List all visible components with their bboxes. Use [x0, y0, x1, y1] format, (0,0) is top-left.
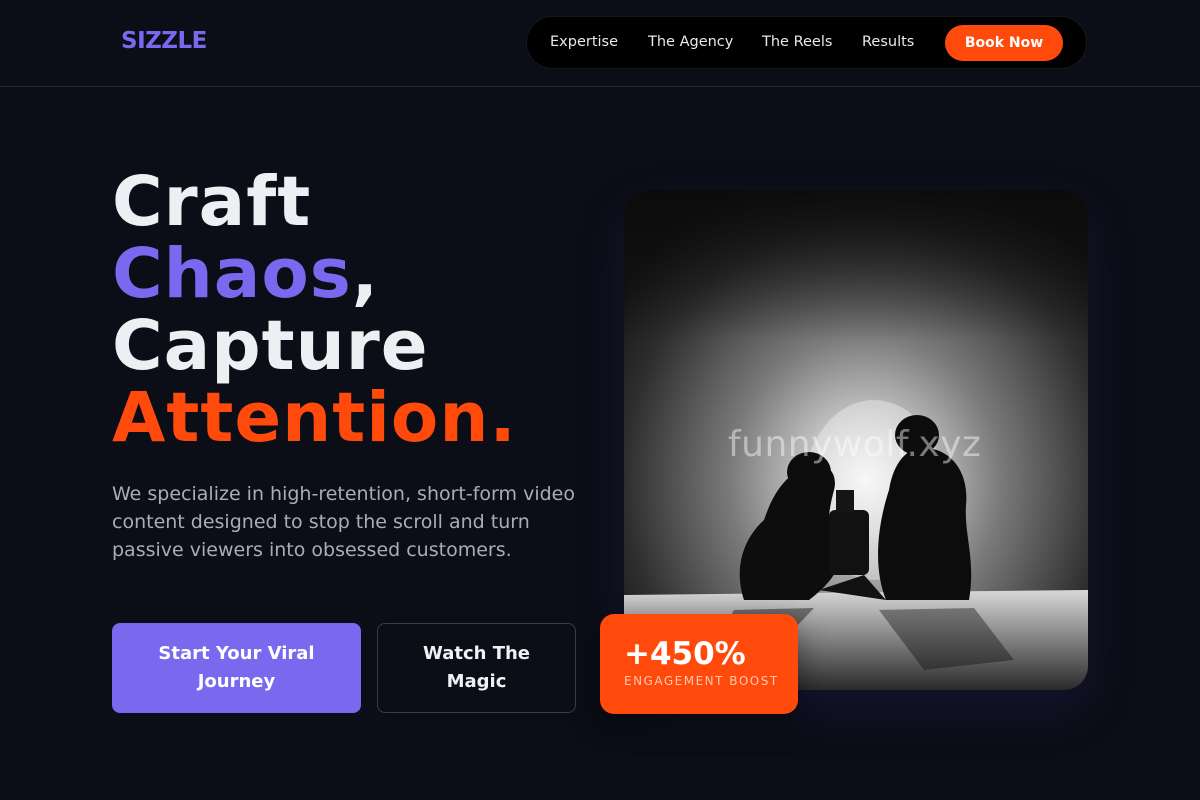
nav-link-the-agency[interactable]: The Agency [648, 34, 733, 50]
stat-label: ENGAGEMENT BOOST [624, 674, 779, 688]
headline-comma: , [351, 234, 380, 314]
nav-link-the-reels[interactable]: The Reels [762, 34, 832, 50]
site-header: SIZZLE Expertise The Agency The Reels Re… [0, 0, 1200, 87]
headline-line-chaos: Chaos, [112, 238, 517, 310]
headline-line-craft: Craft [112, 162, 312, 242]
main-nav: Expertise The Agency The Reels Results B… [526, 16, 1087, 69]
headline-line-capture: Capture [112, 306, 429, 386]
watch-the-magic-button[interactable]: Watch The Magic [377, 623, 576, 713]
image-watermark: funnywolf.xyz [728, 424, 982, 465]
nav-link-results[interactable]: Results [862, 34, 914, 50]
book-now-button[interactable]: Book Now [945, 25, 1063, 61]
stat-value: +450% [624, 636, 746, 672]
hero-headline: Craft Chaos, Capture Attention. [112, 166, 517, 454]
engagement-stat-card: +450% ENGAGEMENT BOOST [600, 614, 798, 714]
nav-link-expertise[interactable]: Expertise [550, 34, 618, 50]
headline-accent-chaos: Chaos [112, 234, 352, 314]
headline-accent-attention: Attention. [112, 378, 517, 458]
start-viral-journey-button[interactable]: Start Your Viral Journey [112, 623, 361, 713]
logo[interactable]: SIZZLE [121, 28, 207, 54]
hero-description: We specialize in high-retention, short-f… [112, 483, 575, 561]
